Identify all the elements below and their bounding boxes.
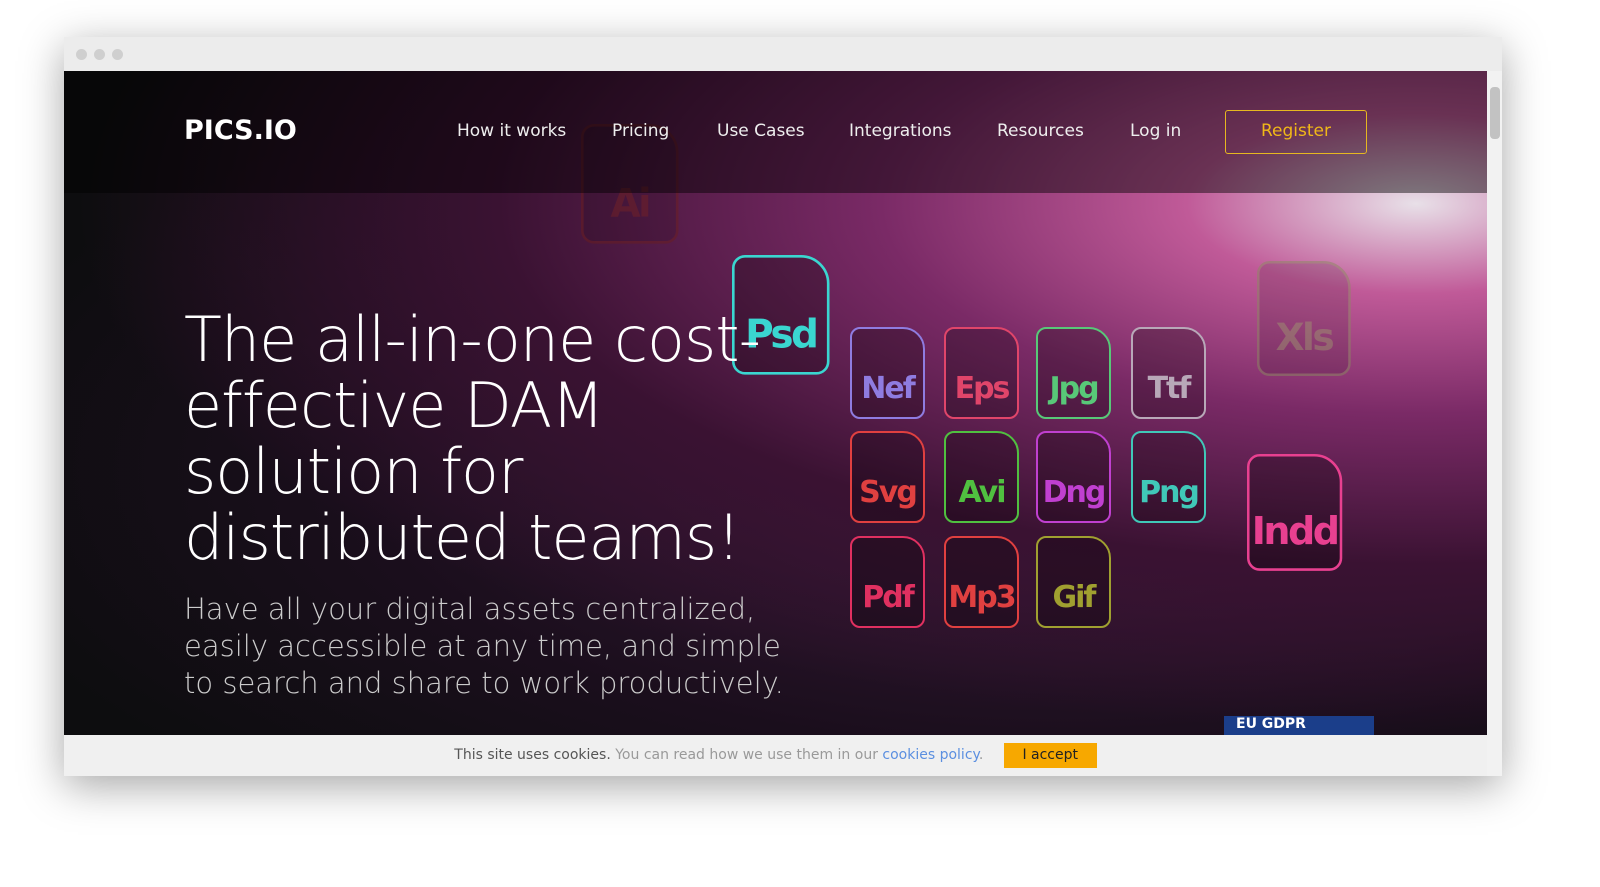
close-button[interactable] bbox=[76, 49, 87, 60]
file-icon-eps: Eps bbox=[944, 327, 1019, 419]
cookie-text-2: You can read how we use them in our bbox=[615, 747, 878, 763]
nav-use-cases[interactable]: Use Cases bbox=[717, 121, 805, 141]
file-icon-jpg: Jpg bbox=[1036, 327, 1111, 419]
logo[interactable]: PICS.IO bbox=[184, 115, 297, 146]
file-icon-mp3: Mp3 bbox=[944, 536, 1019, 628]
cookie-period: . bbox=[978, 747, 984, 763]
accept-cookies-button[interactable]: I accept bbox=[1003, 742, 1097, 768]
hero-section: Ai Psd Nef Eps Jpg Ttf Xls Svg Avi Dng Png Indd Pdf M… bbox=[64, 71, 1487, 735]
minimize-button[interactable] bbox=[94, 49, 105, 60]
maximize-button[interactable] bbox=[112, 49, 123, 60]
file-icon-indd: Indd bbox=[1247, 454, 1343, 571]
file-icon-svg: Svg bbox=[850, 431, 925, 523]
navbar: PICS.IO How it works Pricing Use Cases I… bbox=[64, 71, 1487, 193]
cookie-text: This site uses cookies. bbox=[454, 747, 611, 763]
file-icon-gif: Gif bbox=[1036, 536, 1111, 628]
file-icon-nef: Nef bbox=[850, 327, 925, 419]
hero-subtitle: Have all your digital assets centralized… bbox=[184, 592, 784, 700]
gdpr-badge: EU GDPR bbox=[1224, 716, 1374, 735]
hero-title: The all-in-one cost-effective DAM soluti… bbox=[184, 303, 761, 574]
browser-window: Ai Psd Nef Eps Jpg Ttf Xls Svg Avi Dng Png Indd Pdf M… bbox=[64, 37, 1502, 776]
nav-pricing[interactable]: Pricing bbox=[612, 121, 669, 141]
scrollbar-thumb[interactable] bbox=[1490, 87, 1500, 139]
nav-log-in[interactable]: Log in bbox=[1130, 121, 1181, 141]
file-icon-pdf: Pdf bbox=[850, 536, 925, 628]
file-icon-png: Png bbox=[1131, 431, 1206, 523]
file-icon-ttf: Ttf bbox=[1131, 327, 1206, 419]
scrollbar[interactable] bbox=[1487, 71, 1502, 776]
cookies-policy-link[interactable]: cookies policy bbox=[882, 747, 978, 763]
cookie-banner: This site uses cookies. You can read how… bbox=[64, 735, 1487, 776]
register-button[interactable]: Register bbox=[1225, 110, 1367, 154]
file-icon-avi: Avi bbox=[944, 431, 1019, 523]
nav-resources[interactable]: Resources bbox=[997, 121, 1084, 141]
file-icon-xls: Xls bbox=[1257, 261, 1351, 376]
file-icon-dng: Dng bbox=[1036, 431, 1111, 523]
title-bar bbox=[64, 37, 1502, 71]
nav-how-it-works[interactable]: How it works bbox=[457, 121, 566, 141]
nav-integrations[interactable]: Integrations bbox=[849, 121, 952, 141]
